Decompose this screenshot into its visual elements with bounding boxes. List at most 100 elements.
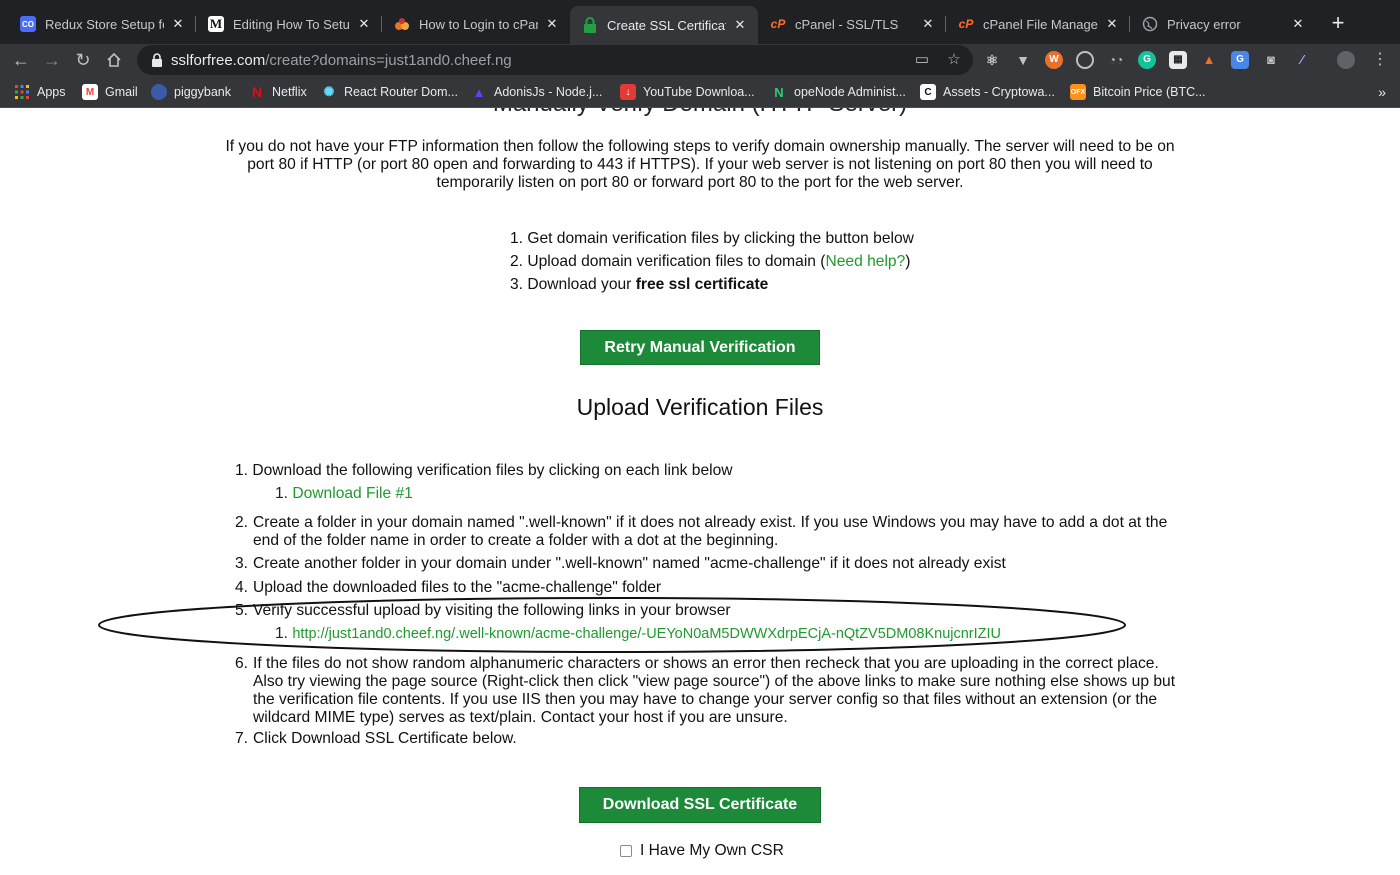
tab-title: Redux Store Setup for xyxy=(45,16,164,32)
bookmark-react-router[interactable]: ✺ React Router Dom... xyxy=(321,83,458,101)
lighthouse-icon[interactable]: ▲ xyxy=(1200,51,1218,69)
download-icon: ↓ xyxy=(620,84,636,100)
chevron-double-right-icon[interactable]: » xyxy=(1378,84,1386,100)
color-picker-icon[interactable]: ⁄ xyxy=(1293,51,1311,69)
tab-redux-store[interactable]: CO Redux Store Setup for ✕ xyxy=(8,8,196,40)
bookmarks-bar: Apps M Gmail piggybank N Netflix ✺ React… xyxy=(0,76,1400,108)
bookmark-label: opeNode Administ... xyxy=(794,85,906,99)
new-tab-button[interactable]: + xyxy=(1327,12,1349,34)
tab-privacy-error[interactable]: Privacy error ✕ xyxy=(1130,8,1316,40)
apps-grid-icon xyxy=(14,84,30,100)
bookmark-label: piggybank xyxy=(174,85,231,99)
steps-list: 1. Get domain verification files by clic… xyxy=(510,227,914,296)
close-icon[interactable]: ✕ xyxy=(1290,16,1306,32)
lock-icon xyxy=(152,53,162,67)
sub-list-item: 1. Download File #1 xyxy=(275,485,413,502)
step-1: 1. Get domain verification files by clic… xyxy=(510,230,914,247)
tab-title: How to Login to cPane xyxy=(419,16,538,32)
openode-icon: N xyxy=(774,84,784,100)
grammarly-icon[interactable]: G xyxy=(1138,51,1156,69)
upload-verification-title: Upload Verification Files xyxy=(576,394,824,420)
orange-dots-icon xyxy=(394,16,410,32)
globe-icon xyxy=(1142,16,1158,32)
bookmark-piggybank[interactable]: piggybank xyxy=(151,83,231,101)
list-item: 1. Download the following verification f… xyxy=(235,462,733,479)
url-path: /create?domains=just1and0.cheef.ng xyxy=(265,51,512,69)
glasses-icon[interactable]: ◔◔ xyxy=(1107,51,1125,69)
browser-toolbar: ← → ↻ sslforfree.com/create?domains=just… xyxy=(0,44,1400,76)
step-3: 3. Download your free ssl certificate xyxy=(510,276,769,293)
kebab-menu-icon[interactable]: ⋮ xyxy=(1368,48,1392,72)
bookmark-apps[interactable]: Apps xyxy=(14,83,66,101)
list-item: 7. Click Download SSL Certificate below. xyxy=(235,730,517,747)
wordpress-ext-icon[interactable]: W xyxy=(1045,51,1063,69)
list-item: 3. Create another folder in your domain u… xyxy=(235,555,1006,572)
close-icon[interactable]: ✕ xyxy=(356,16,372,32)
bookmark-label: Gmail xyxy=(105,85,138,99)
vue-devtools-icon[interactable]: ▼ xyxy=(1014,51,1032,69)
tab-cpanel-ssl[interactable]: cP cPanel - SSL/TLS ✕ xyxy=(758,8,946,40)
bookmark-openode[interactable]: N opeNode Administ... xyxy=(771,83,906,101)
close-icon[interactable]: ✕ xyxy=(920,16,936,32)
tab-title: cPanel File Manager v3 xyxy=(983,16,1098,32)
tab-title: cPanel - SSL/TLS xyxy=(795,16,899,32)
qr-code-icon[interactable]: ▦ xyxy=(1169,51,1187,69)
page-heading: Manually Verify Domain (HTTP Server) xyxy=(0,108,1400,118)
medium-icon: M xyxy=(208,16,224,32)
download-file-link[interactable]: Download File #1 xyxy=(292,485,413,502)
gmail-icon: M xyxy=(82,84,98,100)
cpanel-icon: cP xyxy=(958,17,974,31)
retry-manual-verification-button[interactable]: Retry Manual Verification xyxy=(580,330,820,365)
tab-create-ssl[interactable]: Create SSL Certificate ✕ xyxy=(570,6,758,44)
translate-icon[interactable]: G xyxy=(1231,51,1249,69)
tab-title: Editing How To Setup f xyxy=(233,16,350,32)
tab-title: Create SSL Certificate xyxy=(607,17,726,33)
close-icon[interactable]: ✕ xyxy=(732,17,748,33)
tab-login-cpanel[interactable]: How to Login to cPane ✕ xyxy=(382,8,570,40)
codesandbox-icon: CO xyxy=(20,16,36,32)
tab-strip: CO Redux Store Setup for ✕ M Editing How… xyxy=(0,0,1400,44)
camera-icon[interactable]: ◙ xyxy=(1262,51,1280,69)
reload-icon[interactable]: ↻ xyxy=(71,48,95,72)
react-devtools-icon[interactable]: ⚛ xyxy=(983,51,1001,69)
own-csr-checkbox[interactable]: I Have My Own CSR xyxy=(620,842,784,860)
bookmark-label: Bitcoin Price (BTC... xyxy=(1093,85,1206,99)
bookmark-bitcoin-price[interactable]: OFX Bitcoin Price (BTC... xyxy=(1070,83,1206,101)
bookmark-label: React Router Dom... xyxy=(344,85,458,99)
forward-arrow-icon[interactable]: → xyxy=(40,48,64,72)
step-2: 2. Upload domain verification files to d… xyxy=(510,253,911,270)
need-help-link[interactable]: Need help? xyxy=(826,253,906,270)
home-icon[interactable] xyxy=(102,48,126,72)
bookmark-label: Netflix xyxy=(272,85,307,99)
bookmark-label: YouTube Downloa... xyxy=(643,85,755,99)
cryptowatch-icon: C xyxy=(920,84,936,100)
list-item: 2. Create a folder in your domain named "… xyxy=(235,514,1168,549)
cpanel-icon: cP xyxy=(770,17,786,31)
ofx-icon: OFX xyxy=(1070,84,1086,100)
close-icon[interactable]: ✕ xyxy=(544,16,560,32)
back-arrow-icon[interactable]: ← xyxy=(9,48,33,72)
url-host: sslforfree.com xyxy=(171,51,266,69)
bookmark-netflix[interactable]: N Netflix xyxy=(249,83,307,101)
tab-cpanel-file-manager[interactable]: cP cPanel File Manager v3 ✕ xyxy=(946,8,1130,40)
download-ssl-certificate-button[interactable]: Download SSL Certificate xyxy=(579,787,821,823)
list-item: 6. If the files do not show random alphan… xyxy=(235,655,1176,726)
green-lock-icon xyxy=(582,17,598,33)
close-icon[interactable]: ✕ xyxy=(170,16,186,32)
cast-icon[interactable]: ▭ xyxy=(913,51,931,69)
bookmark-gmail[interactable]: M Gmail xyxy=(82,83,138,101)
piggybank-icon xyxy=(151,84,167,100)
bookmark-label: AdonisJs - Node.j... xyxy=(494,85,603,99)
tab-editing-medium[interactable]: M Editing How To Setup f ✕ xyxy=(196,8,382,40)
bookmark-adonisjs[interactable]: ▲ AdonisJs - Node.j... xyxy=(471,83,603,101)
avatar[interactable] xyxy=(1337,51,1355,69)
close-icon[interactable]: ✕ xyxy=(1104,16,1120,32)
target-ext-icon[interactable] xyxy=(1076,51,1094,69)
page-content: Manually Verify Domain (HTTP Server) If … xyxy=(0,108,1400,875)
checkbox[interactable] xyxy=(620,845,632,857)
star-icon[interactable]: ☆ xyxy=(945,51,963,69)
bookmark-cryptowatch[interactable]: C Assets - Cryptowa... xyxy=(920,83,1055,101)
bookmark-label: Apps xyxy=(37,85,66,99)
address-bar[interactable]: sslforfree.com/create?domains=just1and0.… xyxy=(137,45,973,75)
bookmark-youtube-downloader[interactable]: ↓ YouTube Downloa... xyxy=(620,83,755,101)
